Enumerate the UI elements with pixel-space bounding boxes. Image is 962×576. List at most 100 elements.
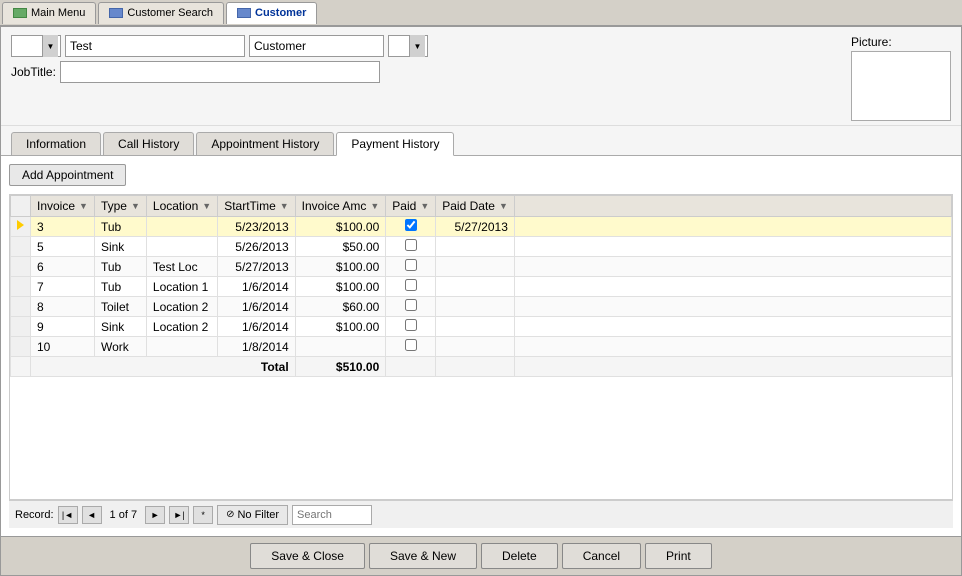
- cell-amount: $60.00: [295, 297, 386, 317]
- nav-new-button[interactable]: *: [193, 506, 213, 524]
- row-indicator: [11, 297, 31, 317]
- amount-sort-icon: ▼: [370, 201, 379, 211]
- tab-information[interactable]: Information: [11, 132, 101, 155]
- total-date-cell: [436, 357, 515, 377]
- cell-starttime: 5/27/2013: [218, 257, 295, 277]
- cell-paid[interactable]: [386, 257, 436, 277]
- cell-type: Tub: [94, 257, 146, 277]
- total-paid-cell: [386, 357, 436, 377]
- suffix-dropdown[interactable]: ▼: [388, 35, 428, 57]
- cell-invoice: 6: [31, 257, 95, 277]
- cell-amount: $100.00: [295, 317, 386, 337]
- col-amount-header[interactable]: Invoice Amc ▼: [295, 196, 386, 217]
- cancel-button[interactable]: Cancel: [562, 543, 641, 569]
- paid-checkbox[interactable]: [405, 259, 417, 271]
- nav-last-button[interactable]: ►|: [169, 506, 189, 524]
- cell-paid[interactable]: [386, 337, 436, 357]
- last-name-field[interactable]: [249, 35, 384, 57]
- table-row[interactable]: 8ToiletLocation 21/6/2014$60.00: [11, 297, 952, 317]
- cell-paid-date: 5/27/2013: [436, 217, 515, 237]
- paid-checkbox[interactable]: [405, 339, 417, 351]
- table-row[interactable]: 7TubLocation 11/6/2014$100.00: [11, 277, 952, 297]
- record-label: Record:: [15, 509, 54, 521]
- jobtitle-field[interactable]: [60, 61, 380, 83]
- filter-icon: ⊘: [226, 509, 234, 520]
- col-location-header[interactable]: Location ▼: [146, 196, 217, 217]
- cell-location: Location 2: [146, 317, 217, 337]
- cell-paid[interactable]: [386, 217, 436, 237]
- paid-checkbox[interactable]: [405, 239, 417, 251]
- cell-type: Work: [94, 337, 146, 357]
- save-close-button[interactable]: Save & Close: [250, 543, 365, 569]
- paid-checkbox[interactable]: [405, 299, 417, 311]
- cell-invoice: 7: [31, 277, 95, 297]
- col-type-header[interactable]: Type ▼: [94, 196, 146, 217]
- tab-main-menu-label: Main Menu: [31, 7, 85, 19]
- tab-main-menu[interactable]: Main Menu: [2, 2, 96, 24]
- cell-paid[interactable]: [386, 277, 436, 297]
- cell-paid-date: [436, 337, 515, 357]
- invoice-sort-icon: ▼: [79, 201, 88, 211]
- cell-paid[interactable]: [386, 237, 436, 257]
- cell-paid[interactable]: [386, 297, 436, 317]
- table-row[interactable]: 3Tub5/23/2013$100.005/27/2013: [11, 217, 952, 237]
- jobtitle-row: JobTitle:: [11, 61, 845, 83]
- cell-extra: [514, 297, 951, 317]
- cell-amount: $100.00: [295, 257, 386, 277]
- salutation-dropdown[interactable]: ▼: [11, 35, 61, 57]
- tab-call-history[interactable]: Call History: [103, 132, 194, 155]
- print-button[interactable]: Print: [645, 543, 712, 569]
- table-row[interactable]: 5Sink5/26/2013$50.00: [11, 237, 952, 257]
- filter-button[interactable]: ⊘ No Filter: [217, 505, 288, 525]
- tab-customer[interactable]: Customer: [226, 2, 317, 24]
- main-content: ▼ ▼ JobTitle: Picture: Information: [0, 26, 962, 576]
- paid-checkbox[interactable]: [405, 219, 417, 231]
- cell-starttime: 1/6/2014: [218, 317, 295, 337]
- table-row[interactable]: 6TubTest Loc5/27/2013$100.00: [11, 257, 952, 277]
- cell-invoice: 3: [31, 217, 95, 237]
- suffix-arrow[interactable]: ▼: [409, 35, 425, 57]
- cell-extra: [514, 337, 951, 357]
- cell-type: Toilet: [94, 297, 146, 317]
- salutation-arrow[interactable]: ▼: [42, 35, 58, 57]
- table-row[interactable]: 9SinkLocation 21/6/2014$100.00: [11, 317, 952, 337]
- cell-extra: [514, 217, 951, 237]
- total-amount-cell: $510.00: [295, 357, 386, 377]
- cell-location: Location 2: [146, 297, 217, 317]
- cell-type: Tub: [94, 217, 146, 237]
- search-input[interactable]: [292, 505, 372, 525]
- col-starttime-header[interactable]: StartTime ▼: [218, 196, 295, 217]
- table-row[interactable]: 10Work1/8/2014: [11, 337, 952, 357]
- nav-next-button[interactable]: ►: [145, 506, 165, 524]
- cell-amount: $100.00: [295, 217, 386, 237]
- cell-extra: [514, 277, 951, 297]
- cell-extra: [514, 237, 951, 257]
- paid-checkbox[interactable]: [405, 319, 417, 331]
- cell-paid[interactable]: [386, 317, 436, 337]
- nav-first-button[interactable]: |◄: [58, 506, 78, 524]
- content-panel: Add Appointment Invoice ▼: [1, 156, 961, 536]
- cell-location: [146, 217, 217, 237]
- add-appointment-button[interactable]: Add Appointment: [9, 164, 126, 186]
- nav-prev-button[interactable]: ◄: [82, 506, 102, 524]
- delete-button[interactable]: Delete: [481, 543, 558, 569]
- col-paid-header[interactable]: Paid ▼: [386, 196, 436, 217]
- cell-amount: $50.00: [295, 237, 386, 257]
- first-name-field[interactable]: [65, 35, 245, 57]
- cell-location: [146, 337, 217, 357]
- total-extra-cell: [514, 357, 951, 377]
- save-new-button[interactable]: Save & New: [369, 543, 477, 569]
- tab-customer-search[interactable]: Customer Search: [98, 2, 224, 24]
- table-header: Invoice ▼ Type ▼ Locatio: [11, 196, 952, 217]
- payment-table: Invoice ▼ Type ▼ Locatio: [10, 195, 952, 377]
- col-paiddate-header[interactable]: Paid Date ▼: [436, 196, 515, 217]
- bottom-buttons: Save & CloseSave & NewDeleteCancelPrint: [1, 536, 961, 575]
- cell-paid-date: [436, 317, 515, 337]
- row-indicator: [11, 237, 31, 257]
- paid-checkbox[interactable]: [405, 279, 417, 291]
- tab-payment-history[interactable]: Payment History: [336, 132, 454, 156]
- type-sort-icon: ▼: [131, 201, 140, 211]
- col-invoice-header[interactable]: Invoice ▼: [31, 196, 95, 217]
- tab-appointment-history[interactable]: Appointment History: [196, 132, 334, 155]
- jobtitle-label: JobTitle:: [11, 65, 56, 79]
